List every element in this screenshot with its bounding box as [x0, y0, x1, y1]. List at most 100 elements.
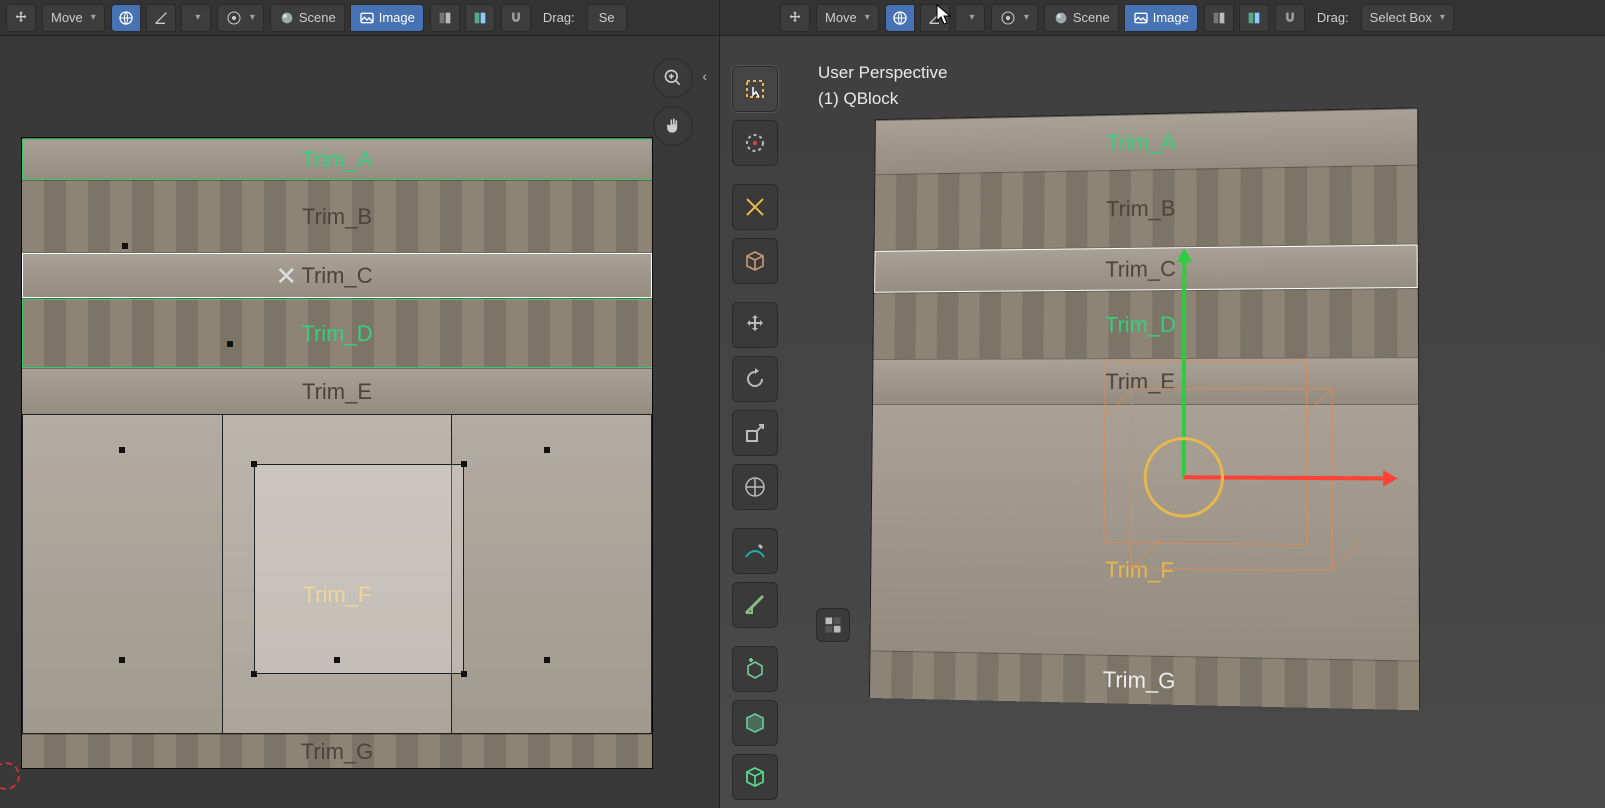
- display-channels-b-button[interactable]: [465, 4, 495, 32]
- layer-scene-label: Scene: [1073, 10, 1110, 25]
- add-cube-tool[interactable]: [732, 646, 778, 692]
- orientation-global-button[interactable]: [111, 4, 141, 32]
- uv-vertex[interactable]: [251, 671, 257, 677]
- pan-button[interactable]: [653, 106, 693, 146]
- pivot-icon: [1000, 10, 1016, 26]
- scene-sphere-icon: [1053, 10, 1069, 26]
- uv-vertex[interactable]: [122, 243, 128, 249]
- active-tool-label: Move: [51, 10, 83, 25]
- orientation-global-button[interactable]: [885, 4, 915, 32]
- transform-move-tool[interactable]: [732, 302, 778, 348]
- trim3d-g-label: Trim_G: [1103, 666, 1176, 694]
- 3d-mesh-plane[interactable]: Trim_A Trim_B Trim_C Trim_D Trim_E Trim_…: [869, 107, 1420, 709]
- 3d-viewport[interactable]: User Perspective (1) QBlock Trim_A Trim_…: [720, 36, 1605, 808]
- active-tool-dropdown[interactable]: Move ▾: [42, 4, 105, 32]
- pivot-point-dropdown[interactable]: ▾: [991, 4, 1038, 32]
- trim3d-row-a: Trim_A: [875, 108, 1417, 174]
- move-arrows-icon: [13, 10, 29, 26]
- move-gizmo-icon-button[interactable]: [780, 4, 810, 32]
- trim-row-g: Trim_G: [22, 734, 652, 768]
- globe-icon: [892, 10, 908, 26]
- chevron-down-icon: ▾: [865, 12, 870, 23]
- globe-icon: [118, 10, 134, 26]
- pencil-curve-icon: [743, 539, 767, 563]
- overlay-toggle-button[interactable]: [816, 608, 850, 642]
- trim3d-d-label: Trim_D: [1105, 312, 1176, 338]
- trim-c-label: Trim_C: [301, 263, 372, 288]
- transform-scale-tool[interactable]: [732, 410, 778, 456]
- drag-label: Drag:: [537, 10, 581, 25]
- trim3d-c-label: Trim_C: [1105, 256, 1176, 283]
- 2d-cursor-icon: [0, 762, 20, 790]
- display-channels-a-button[interactable]: [430, 4, 460, 32]
- hand-icon: [663, 116, 683, 136]
- uv-vertex[interactable]: [251, 461, 257, 467]
- drag-mode-dropdown[interactable]: Select Box ▾: [1361, 4, 1454, 32]
- collapse-toggle-chevron[interactable]: ‹: [702, 68, 707, 84]
- 3d-viewport-panel: Move ▾ ▾ ▾ Scene Image: [720, 0, 1605, 808]
- drag-label: Drag:: [1311, 10, 1355, 25]
- pivot-point-dropdown[interactable]: ▾: [217, 4, 264, 32]
- split-rect-icon: [1211, 10, 1227, 26]
- layer-image-button[interactable]: Image: [1124, 4, 1198, 32]
- select-box-tool[interactable]: [732, 66, 778, 112]
- uv-vertex[interactable]: [544, 447, 550, 453]
- uv-editor-panel: Move ▾ ▾ ▾ Scene Image: [0, 0, 720, 808]
- primitive-cube-tool[interactable]: [732, 700, 778, 746]
- uv-face-inner[interactable]: [254, 464, 464, 674]
- active-tool-dropdown[interactable]: Move ▾: [816, 4, 879, 32]
- transform-all-tool[interactable]: [732, 464, 778, 510]
- layer-image-button[interactable]: Image: [350, 4, 424, 32]
- display-channels-b-button[interactable]: [1239, 4, 1269, 32]
- snap-toggle-button[interactable]: [1275, 4, 1305, 32]
- orientation-options-dropdown[interactable]: ▾: [955, 4, 985, 32]
- trim3d-a-label: Trim_A: [1106, 129, 1175, 156]
- uv-vertex[interactable]: [119, 657, 125, 663]
- annotate-tool[interactable]: [732, 528, 778, 574]
- trim3d-row-b: Trim_B: [875, 165, 1418, 250]
- orientation-normal-button[interactable]: [146, 4, 176, 32]
- trim-b-label: Trim_B: [302, 204, 372, 230]
- transform-rotate-tool[interactable]: [732, 356, 778, 402]
- uv-vertex[interactable]: [544, 657, 550, 663]
- cursor-target-icon: [743, 131, 767, 155]
- drag-mode-dropdown[interactable]: Se: [587, 4, 627, 32]
- display-channels-a-button[interactable]: [1204, 4, 1234, 32]
- orientation-options-dropdown[interactable]: ▾: [181, 4, 211, 32]
- layer-scene-button[interactable]: Scene: [1044, 4, 1119, 32]
- split-rect-icon: [437, 10, 453, 26]
- angle-icon: [153, 10, 169, 26]
- rotate-tool[interactable]: [732, 238, 778, 284]
- move-gizmo-icon-button[interactable]: [6, 4, 36, 32]
- snap-toggle-button[interactable]: [501, 4, 531, 32]
- scale-icon: [743, 421, 767, 445]
- trim-a-label: Trim_A: [302, 147, 372, 173]
- layer-scene-button[interactable]: Scene: [270, 4, 345, 32]
- cube-wire2-icon: [743, 765, 767, 789]
- close-x-icon: ✕: [275, 261, 297, 292]
- cursor-tool[interactable]: [732, 120, 778, 166]
- trim-row-d: Trim_D: [22, 298, 652, 368]
- magnet-icon: [1282, 10, 1298, 26]
- uv-vertex[interactable]: [334, 657, 340, 663]
- trim3d-row-g: Trim_G: [870, 650, 1419, 710]
- uv-vertex[interactable]: [227, 341, 233, 347]
- zoom-button[interactable]: [653, 58, 693, 98]
- chevron-down-icon: ▾: [91, 12, 96, 23]
- move-cross-icon: [743, 195, 767, 219]
- split-rect-b-icon: [472, 10, 488, 26]
- scene-sphere-icon: [279, 10, 295, 26]
- trim3d-b-label: Trim_B: [1106, 195, 1175, 222]
- move-arrows-icon: [787, 10, 803, 26]
- 3d-move-gizmo[interactable]: [1184, 477, 1185, 478]
- measure-tool[interactable]: [732, 582, 778, 628]
- uv-editor-viewport[interactable]: ‹ Trim_A Trim_B ✕ Trim_C Trim_D Trim_E: [0, 36, 719, 808]
- image-icon: [1133, 10, 1149, 26]
- uv-vertex[interactable]: [461, 671, 467, 677]
- uv-vertex[interactable]: [461, 461, 467, 467]
- primitive-cube-wire-tool[interactable]: [732, 754, 778, 800]
- gizmo-view-ring[interactable]: [1143, 437, 1223, 518]
- move-tool[interactable]: [732, 184, 778, 230]
- uv-vertex[interactable]: [119, 447, 125, 453]
- viewport-info-line2: (1) QBlock: [818, 86, 947, 112]
